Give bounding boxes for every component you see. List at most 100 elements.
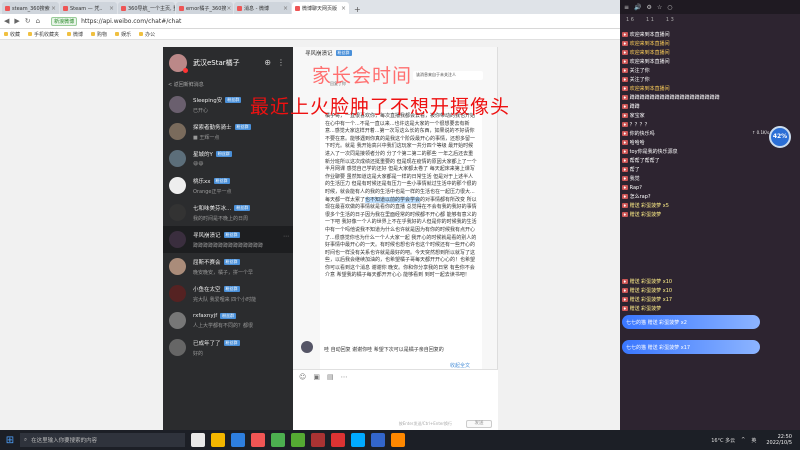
avatar[interactable] [301,341,313,353]
avatar [169,285,186,302]
bookmark-label: 微博 [73,31,84,38]
gift-card: 七七的猫 赠送 彩蛋菠萝 x17 [622,340,760,354]
close-icon[interactable]: × [109,5,114,12]
windows-start-icon[interactable]: ⊞ [0,430,20,450]
browser-tab[interactable]: Steam — 凭.. × [60,2,117,14]
url-field[interactable]: 新浪微博 https://api.weibo.com/chat#/chat [51,16,181,26]
level-badge: ♦ [622,32,628,37]
close-icon[interactable]: × [341,5,346,12]
danmaku-message: ♦ 欢迎来到本直播间 [620,57,800,66]
taskbar-app-icon[interactable] [351,433,365,447]
panel-icon[interactable]: ≡ [624,4,629,11]
conversation-item[interactable]: 小鱼在太空 粉丝群 完大队 我爱哩来 四个小时能 [163,280,293,307]
danmaku-text: 帮了 [629,167,640,173]
conversation-preview: Orange正平一点 [193,188,232,195]
avatar [169,150,186,167]
clock[interactable]: 22:50 2022/10/5 [766,434,792,446]
fan-group-badge: 粉丝群 [225,96,242,103]
taskbar-app-icon[interactable] [371,433,385,447]
taskbar-app-icon[interactable] [251,433,265,447]
danmaku-list: ♦ 欢迎来到本直播间 ♦ 欢迎来到本直播间 ♦ 欢迎来到本直播间 ♦ 欢迎来到本直播间 ♦ 关注了… [620,30,800,430]
home-icon[interactable]: ⌂ [36,17,40,25]
taskbar-app-icon[interactable] [271,433,285,447]
conversation-item[interactable]: 星城的Y 粉丝群 😄😄 [163,145,293,172]
conversation-text: 探索者勤务骑士 粉丝群 ■ 王辉一点 [193,123,285,141]
emoji-icon[interactable]: ☺ [299,373,306,381]
browser-tab[interactable]: 微博聊天网页版 × [292,2,349,14]
browser-tab[interactable]: steam_360搜索 × [2,2,59,14]
bookmark-item[interactable]: 购物 [91,31,107,38]
tab-label: 微博聊天网页版 [302,5,338,12]
conversation-item[interactable]: rxfaxnyjf 粉丝群 人上大学都有不同的？都很 [163,307,293,334]
input-toolbar: ☺ ▣ ▤ ⋯ [293,370,498,384]
more-icon[interactable]: ⋮ [277,58,285,67]
danmaku-text: 赠送 彩蛋菠萝 x17 [629,297,673,303]
close-icon[interactable]: × [51,5,56,12]
level-badge: ♦ [622,279,628,284]
taskbar-search[interactable]: ⌕ 在这里输入你要搜索的内容 [20,433,185,447]
add-icon[interactable]: ⊕ [264,58,271,67]
browser-tab[interactable]: ernor橘子_360搜 × [176,2,233,14]
conversation-item[interactable]: 已成年了了 粉丝群 好的 [163,334,293,361]
tray-item[interactable]: 英 [751,437,756,444]
taskbar-app-icon[interactable] [211,433,225,447]
bookmark-item[interactable]: 娱乐 [115,31,131,38]
level-badge: ♦ [622,50,628,55]
url-text[interactable]: https://api.weibo.com/chat#/chat [81,18,181,25]
panel-icon[interactable]: ⚙ [647,4,652,11]
fan-group-badge: 粉丝群 [223,231,240,238]
level-badge: ♦ [622,203,628,208]
conversation-item[interactable]: 屈斯不赛会 粉丝群 晚安晚安，橘子，拼一个早 [163,253,293,280]
back-icon[interactable]: ◀ [4,17,9,25]
taskbar-app-icon[interactable] [331,433,345,447]
panel-icon[interactable]: ○ [667,4,672,11]
gift-card: 七七的猫 赠送 彩蛋菠萝 x2 [622,315,760,329]
conversation-name: 桃乐xx 粉丝群 [193,177,285,185]
conversation-item[interactable]: 寻风崩溃记 粉丝群 蹲蹲蹲蹲蹲蹲蹲蹲蹲蹲蹲蹲蹲蹲 ⋯ [163,226,293,253]
browser-tab[interactable]: 360导航_一个主页, 整个世界× [118,2,175,14]
conversation-name-text: 小鱼在太空 [193,286,221,293]
message-input-area[interactable]: ☺ ▣ ▤ ⋯ 按Enter发送/Ctrl+Enter换行 发送 [293,369,498,430]
new-tab-button[interactable]: + [350,5,365,14]
live-danmaku-panel: ≡ 🔊 ⚙ ☆ ○ 1 61 11 3 ♦ 欢迎来到本直播间 ♦ 欢迎来到本直播间 ♦ 欢迎来到本… [620,0,800,430]
level-badge: ♦ [622,149,628,154]
image-icon[interactable]: ▣ [313,373,320,381]
taskbar-app-icon[interactable] [231,433,245,447]
bookmark-item[interactable]: 微博 [67,31,83,38]
more-icon[interactable]: ⋯ [283,233,289,240]
panel-icon[interactable]: 🔊 [634,4,641,11]
file-icon[interactable]: ▤ [327,373,334,381]
forward-icon[interactable]: ▶ [14,17,19,25]
send-button[interactable]: 发送 [466,420,492,428]
collapse-text-link[interactable]: 收起全文 [450,362,470,369]
taskbar-app-icon[interactable] [391,433,405,447]
conversation-item[interactable]: 桃乐xx 粉丝群 Orange正平一点 [163,172,293,199]
conversation-item[interactable]: 探索者勤务骑士 粉丝群 ■ 王辉一点 [163,118,293,145]
tray-item[interactable]: ^ [741,437,745,443]
tray-item[interactable]: 16°C 多云 [711,437,735,444]
folder-icon [115,32,120,36]
folder-icon [67,32,72,36]
favicon-icon [179,5,184,11]
taskbar-app-icon[interactable] [291,433,305,447]
avatar [169,312,186,329]
back-to-messages-link[interactable]: < 返回新鲜消息 [163,78,293,91]
refresh-icon[interactable]: ↻ [25,17,31,25]
conversation-item[interactable]: 七和味美芬冰... 粉丝群 我的时间是不晚上的日周 [163,199,293,226]
bookmark-item[interactable]: 手机收藏夹 [28,31,59,38]
avatar[interactable] [169,53,188,73]
bookmark-item[interactable]: 收藏 [4,31,20,38]
stream-overlay-title: 家长会时间 [312,65,413,87]
more-icon[interactable]: ⋯ [341,373,348,381]
taskbar-app-icon[interactable] [191,433,205,447]
send-hint: 按Enter发送/Ctrl+Enter换行 [398,421,452,426]
avatar [169,177,186,194]
conversation-name: 星城的Y 粉丝群 [193,150,285,158]
close-icon[interactable]: × [283,5,288,12]
close-icon[interactable]: × [226,5,231,12]
browser-tab[interactable]: 消息 - 微博 × [234,2,291,14]
panel-icon[interactable]: ☆ [657,4,662,11]
bookmark-item[interactable]: 办公 [139,31,155,38]
taskbar-app-icon[interactable] [311,433,325,447]
danmaku-message: ♦ 赠送 彩蛋菠萝 x10 [620,277,800,286]
